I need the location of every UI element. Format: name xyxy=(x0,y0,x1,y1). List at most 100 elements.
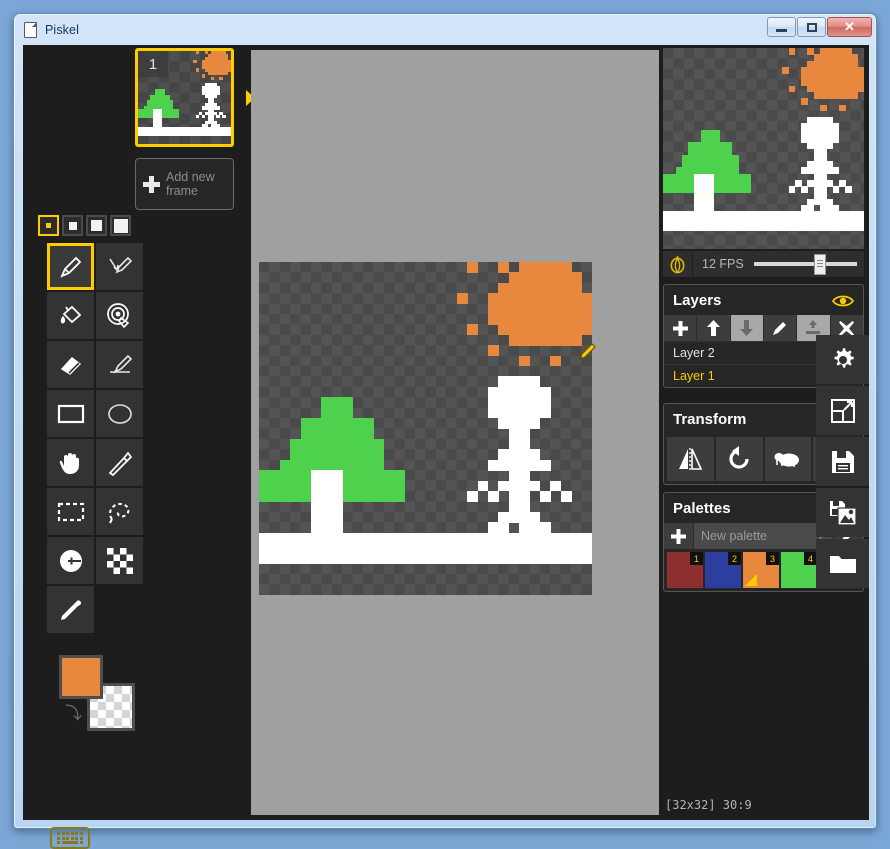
magic-wand-icon xyxy=(108,451,132,476)
fps-slider-thumb[interactable] xyxy=(813,254,826,275)
artwork-pixel xyxy=(222,114,226,119)
onion-skin-button[interactable] xyxy=(663,251,693,277)
artwork-pixel xyxy=(467,324,478,336)
export-image-button[interactable] xyxy=(816,488,869,537)
artwork-pixel xyxy=(487,490,499,502)
dithering-tool[interactable] xyxy=(96,537,143,584)
clone-button[interactable] xyxy=(764,437,812,481)
lasso-select-tool[interactable] xyxy=(96,488,143,535)
fps-slider[interactable] xyxy=(754,251,857,277)
color-picker-tool[interactable] xyxy=(47,586,94,633)
rectangle-icon xyxy=(57,404,84,423)
ellipse-tool[interactable] xyxy=(96,390,143,437)
swap-arrow-icon[interactable]: ⤵ xyxy=(65,699,82,724)
open-button[interactable] xyxy=(816,539,869,588)
add-new-frame-button[interactable]: Add new frame xyxy=(135,158,234,210)
palette-swatch[interactable]: 4 xyxy=(781,552,817,588)
artwork-pixel xyxy=(508,490,530,502)
artwork-pixel xyxy=(279,459,385,471)
flip-horizontal-button[interactable] xyxy=(667,437,714,481)
artwork-pixel xyxy=(801,186,808,193)
artwork-pixel xyxy=(508,334,582,346)
artwork-pixel xyxy=(838,104,846,112)
eyedropper-icon xyxy=(60,600,81,620)
palette-swatch[interactable]: 2 xyxy=(705,552,741,588)
maximize-button[interactable] xyxy=(797,17,826,37)
artwork-pixel xyxy=(193,59,197,64)
frame-number: 1 xyxy=(138,51,168,77)
add-new-frame-label: Add new frame xyxy=(166,169,215,198)
artwork-pixel xyxy=(300,428,374,440)
add-palette-button[interactable] xyxy=(664,523,694,549)
window-title: Piskel xyxy=(45,23,79,37)
pen-size-2[interactable] xyxy=(62,215,83,236)
rectangle-select-tool[interactable] xyxy=(47,488,94,535)
artwork-pixel xyxy=(342,490,406,502)
minimize-button[interactable] xyxy=(767,17,796,37)
artwork-pixel xyxy=(498,418,541,429)
paint-all-same-color-tool[interactable] xyxy=(96,292,143,339)
artwork-pixel xyxy=(788,48,796,55)
artwork-pixel xyxy=(550,480,562,492)
eraser-icon xyxy=(60,356,81,375)
pen-size-selector xyxy=(38,215,131,236)
pencil-icon xyxy=(773,322,787,335)
artwork-pixel xyxy=(529,480,541,492)
artwork-pixel xyxy=(216,114,220,119)
edge-toolbar xyxy=(816,335,869,590)
artwork-pixel xyxy=(311,470,343,533)
title-bar: Piskel ✕ xyxy=(14,14,876,46)
keyboard-shortcuts-button[interactable] xyxy=(50,827,90,849)
rotate-button[interactable] xyxy=(715,437,763,481)
magic-wand-tool[interactable] xyxy=(96,439,143,486)
pencil-tool[interactable] xyxy=(47,243,94,290)
palette-swatch[interactable]: 3 xyxy=(743,552,779,588)
drawing-canvas[interactable] xyxy=(259,262,596,595)
move-layer-down-button[interactable] xyxy=(730,315,764,341)
pen-size-3[interactable] xyxy=(86,215,107,236)
artwork-pixel xyxy=(539,490,551,502)
palette-swatch[interactable]: 1 xyxy=(667,552,703,588)
pen-size-4[interactable] xyxy=(110,215,131,236)
merge-down-icon xyxy=(806,320,821,334)
artwork-pixel xyxy=(832,186,840,193)
palette-swatch-number: 1 xyxy=(690,552,703,565)
add-layer-button[interactable] xyxy=(664,315,698,341)
vertical-mirror-pen-tool[interactable] xyxy=(96,243,143,290)
close-button[interactable]: ✕ xyxy=(827,17,872,37)
move-tool[interactable] xyxy=(47,439,94,486)
arrow-up-icon xyxy=(706,320,720,336)
primary-color-swatch[interactable] xyxy=(59,655,103,699)
marquee-icon xyxy=(57,502,84,521)
settings-button[interactable] xyxy=(816,335,869,384)
save-button[interactable] xyxy=(816,437,869,486)
artwork-pixel xyxy=(801,98,808,105)
dither-icon xyxy=(106,547,133,574)
palette-swatch-number: 3 xyxy=(766,552,779,565)
status-bar: [32x32] 30:9 xyxy=(665,798,752,812)
artwork-pixel xyxy=(663,186,695,193)
rotate-ccw-icon xyxy=(729,446,749,469)
gear-icon xyxy=(834,347,854,368)
eye-icon[interactable] xyxy=(832,294,854,308)
eraser-tool[interactable] xyxy=(47,341,94,388)
pen-size-1[interactable] xyxy=(38,215,59,236)
resize-button[interactable] xyxy=(816,386,869,435)
paint-bucket-tool[interactable] xyxy=(47,292,94,339)
move-layer-up-button[interactable] xyxy=(697,315,731,341)
palettes-title-text: Palettes xyxy=(673,500,731,517)
frame-thumbnail-1[interactable]: 1 xyxy=(135,48,234,147)
canvas-area[interactable] xyxy=(251,50,659,815)
artwork-pixel xyxy=(801,66,864,80)
rename-layer-button[interactable] xyxy=(764,315,798,341)
stroke-tool[interactable] xyxy=(96,341,143,388)
lighten-tool[interactable] xyxy=(47,537,94,584)
palette-select[interactable]: New palette ▼ xyxy=(694,523,833,549)
artwork-pixel xyxy=(259,470,312,481)
mirror-pen-icon xyxy=(108,256,132,273)
artwork-pixel xyxy=(788,85,796,93)
animation-preview[interactable] xyxy=(663,48,864,249)
close-icon: ✕ xyxy=(844,19,855,34)
artwork-pixel xyxy=(508,480,530,492)
rectangle-tool[interactable] xyxy=(47,390,94,437)
